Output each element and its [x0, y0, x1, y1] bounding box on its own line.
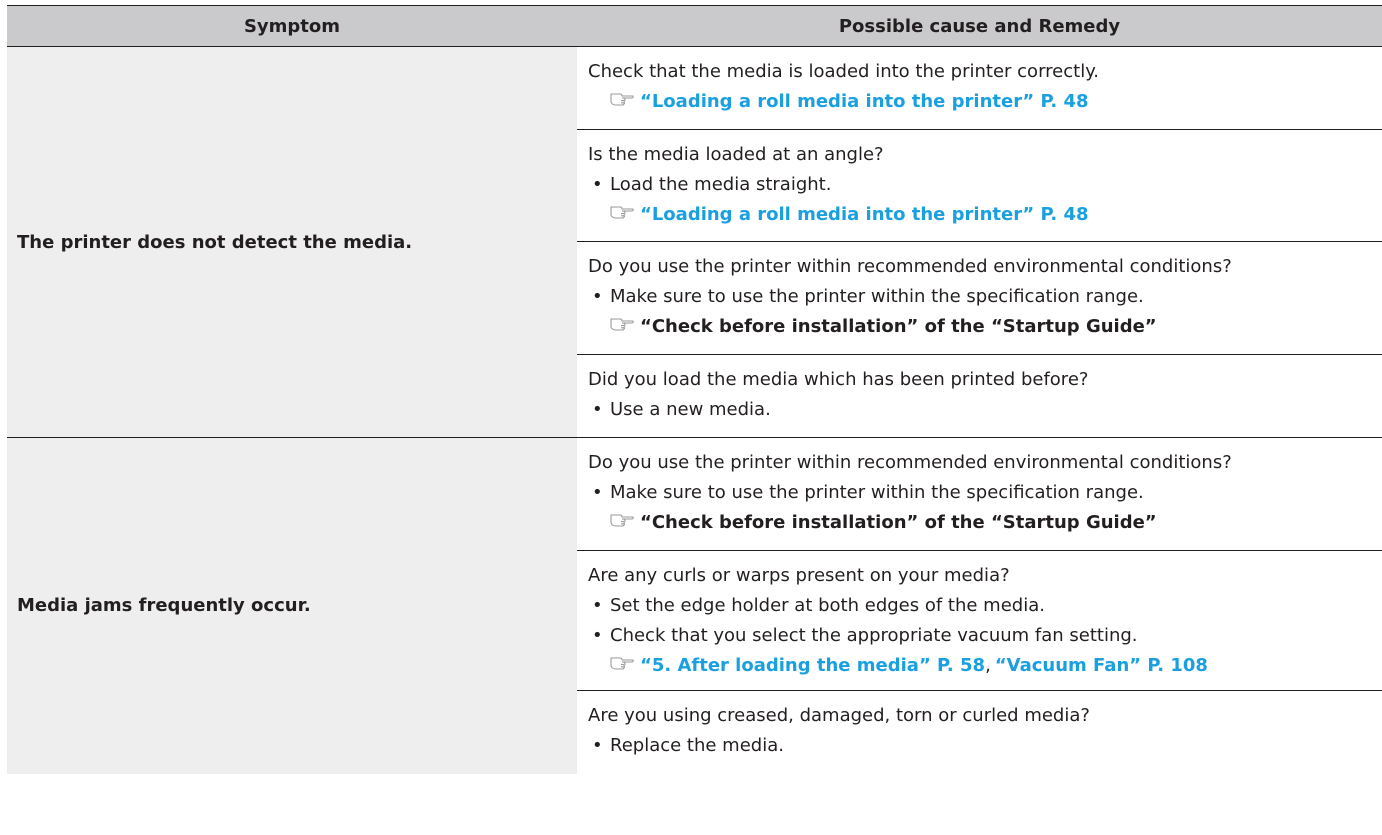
remedy-bullet: • Set the edge holder at both edges of th…	[588, 591, 1382, 621]
header-symptom: Symptom	[7, 5, 577, 47]
bullet-icon: •	[592, 482, 603, 503]
remedy-bullet-text: Check that you select the appropriate va…	[610, 625, 1138, 646]
symptom-cell: The printer does not detect the media.	[7, 46, 577, 438]
remedy-bullet-text: Make sure to use the printer within the …	[610, 286, 1144, 307]
pointing-hand-reference-icon	[610, 508, 634, 538]
bullet-icon: •	[592, 625, 603, 646]
remedy-cell: Did you load the media which has been pr…	[577, 354, 1382, 438]
reference-text: “Check before installation” of the “Star…	[640, 316, 1157, 337]
symptom-cell: Media jams frequently occur.	[7, 437, 577, 774]
pointing-hand-reference-icon	[610, 312, 634, 342]
remedy-bullet-text: Use a new media.	[610, 399, 771, 420]
bullet-icon: •	[592, 399, 603, 420]
table-header-row: Symptom Possible cause and Remedy	[7, 5, 1382, 47]
reference-line: “Check before installation” of the “Star…	[588, 312, 1382, 342]
remedy-bullet: • Make sure to use the printer within the…	[588, 478, 1382, 508]
cause-question: Do you use the printer within recommende…	[588, 256, 1232, 277]
bullet-icon: •	[592, 595, 603, 616]
remedy-bullet-text: Set the edge holder at both edges of the…	[610, 595, 1045, 616]
bullet-icon: •	[592, 735, 603, 756]
reference-line: “5. After loading the media” P. 58, “Vacu…	[588, 651, 1382, 681]
remedy-cell: Are any curls or warps present on your m…	[577, 550, 1382, 691]
pointing-hand-reference-icon	[610, 651, 634, 681]
troubleshooting-table: Symptom Possible cause and Remedy The pr…	[7, 5, 1382, 774]
reference-line: “Loading a roll media into the printer” …	[588, 200, 1382, 230]
cause-question: Did you load the media which has been pr…	[588, 369, 1089, 390]
remedy-bullet: • Load the media straight.	[588, 170, 1382, 200]
cause-question: Is the media loaded at an angle?	[588, 144, 884, 165]
remedy-bullet-text: Make sure to use the printer within the …	[610, 482, 1144, 503]
reference-separator: ,	[985, 655, 991, 676]
remedy-bullet-text: Load the media straight.	[610, 174, 832, 195]
reference-line: “Loading a roll media into the printer” …	[588, 87, 1382, 117]
remedy-bullet-text: Replace the media.	[610, 735, 784, 756]
remedy-cell: Do you use the printer within recommende…	[577, 437, 1382, 551]
pointing-hand-reference-icon	[610, 200, 634, 230]
cause-question: Are you using creased, damaged, torn or …	[588, 705, 1090, 726]
table-row: The printer does not detect the media. C…	[7, 46, 1382, 438]
remedy-cell: Is the media loaded at an angle? • Load t…	[577, 129, 1382, 242]
bullet-icon: •	[592, 174, 603, 195]
remedy-bullet: • Replace the media.	[588, 731, 1382, 761]
cause-question: Are any curls or warps present on your m…	[588, 565, 1010, 586]
bullet-icon: •	[592, 286, 603, 307]
cause-question: Do you use the printer within recommende…	[588, 452, 1232, 473]
header-remedy: Possible cause and Remedy	[577, 5, 1382, 47]
remedy-cell: Check that the media is loaded into the …	[577, 46, 1382, 130]
reference-link[interactable]: “5. After loading the media” P. 58	[640, 651, 985, 681]
table-row: Media jams frequently occur. Do you use …	[7, 437, 1382, 774]
remedy-bullet: • Use a new media.	[588, 395, 1382, 425]
reference-link[interactable]: “Loading a roll media into the printer” …	[640, 200, 1089, 230]
cause-question: Check that the media is loaded into the …	[588, 61, 1099, 82]
troubleshooting-page: Symptom Possible cause and Remedy The pr…	[0, 0, 1382, 835]
pointing-hand-reference-icon	[610, 87, 634, 117]
remedy-cell: Do you use the printer within recommende…	[577, 241, 1382, 355]
reference-link[interactable]: “Loading a roll media into the printer” …	[640, 87, 1089, 117]
reference-line: “Check before installation” of the “Star…	[588, 508, 1382, 538]
reference-link[interactable]: “Vacuum Fan” P. 108	[995, 651, 1208, 681]
remedy-cell: Are you using creased, damaged, torn or …	[577, 691, 1382, 774]
reference-text: “Check before installation” of the “Star…	[640, 512, 1157, 533]
remedy-bullet: • Check that you select the appropriate v…	[588, 621, 1382, 651]
remedy-bullet: • Make sure to use the printer within the…	[588, 282, 1382, 312]
